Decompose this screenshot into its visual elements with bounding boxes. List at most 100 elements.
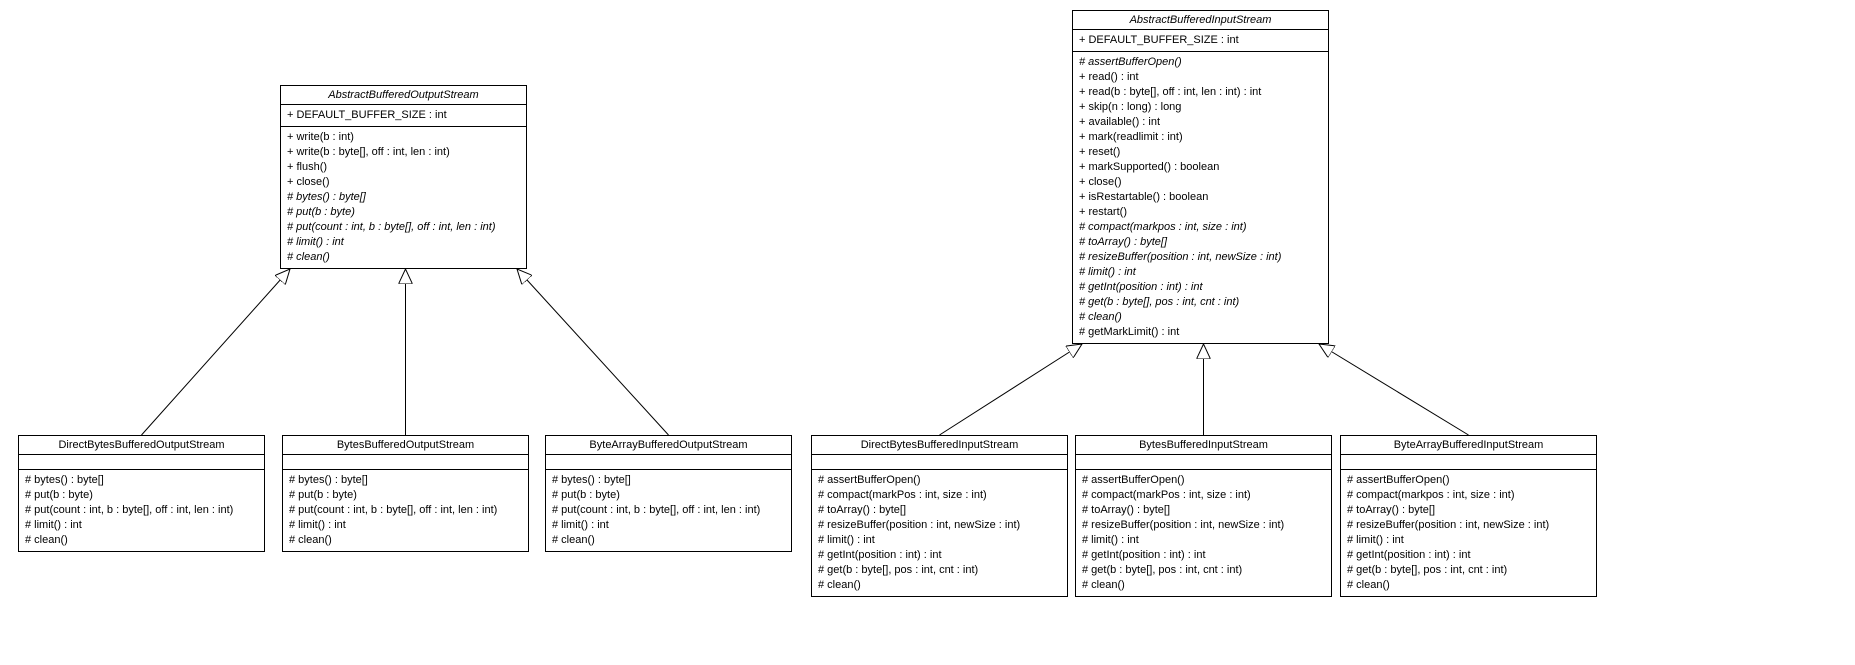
- operation: # resizeBuffer(position : int, newSize :…: [1082, 518, 1325, 533]
- class-dbbos: DirectBytesBufferedOutputStream # bytes()…: [18, 435, 265, 552]
- class-title: DirectBytesBufferedOutputStream: [19, 436, 264, 455]
- operation: + read() : int: [1079, 70, 1322, 85]
- operation: # get(b : byte[], pos : int, cnt : int): [818, 563, 1061, 578]
- operation: + isRestartable() : boolean: [1079, 190, 1322, 205]
- operation: # resizeBuffer(position : int, newSize :…: [1079, 250, 1322, 265]
- operation: # clean(): [1079, 310, 1322, 325]
- operation: # toArray() : byte[]: [1347, 503, 1590, 518]
- attributes-section: [812, 455, 1067, 470]
- operations-section: + write(b : int)+ write(b : byte[], off …: [281, 127, 526, 268]
- operation: # toArray() : byte[]: [1082, 503, 1325, 518]
- operation: # compact(markPos : int, size : int): [1082, 488, 1325, 503]
- attribute: + DEFAULT_BUFFER_SIZE : int: [1079, 33, 1322, 48]
- operation: # assertBufferOpen(): [1347, 473, 1590, 488]
- operation: # assertBufferOpen(): [818, 473, 1061, 488]
- operation: # compact(markpos : int, size : int): [1079, 220, 1322, 235]
- operation: + restart(): [1079, 205, 1322, 220]
- class-bbos: BytesBufferedOutputStream # bytes() : byt…: [282, 435, 529, 552]
- class-title: BytesBufferedInputStream: [1076, 436, 1331, 455]
- operation: # resizeBuffer(position : int, newSize :…: [818, 518, 1061, 533]
- operation: # put(count : int, b : byte[], off : int…: [552, 503, 785, 518]
- operation: # put(b : byte): [25, 488, 258, 503]
- operation: # assertBufferOpen(): [1082, 473, 1325, 488]
- operation: # limit() : int: [1082, 533, 1325, 548]
- operation: # toArray() : byte[]: [1079, 235, 1322, 250]
- operation: # limit() : int: [1347, 533, 1590, 548]
- attribute: + DEFAULT_BUFFER_SIZE : int: [287, 108, 520, 123]
- operation: # limit() : int: [1079, 265, 1322, 280]
- class-title: ByteArrayBufferedOutputStream: [546, 436, 791, 455]
- attributes-section: [283, 455, 528, 470]
- operation: # clean(): [289, 533, 522, 548]
- uml-canvas: AbstractBufferedOutputStream + DEFAULT_BU…: [0, 0, 1855, 665]
- operation: + close(): [1079, 175, 1322, 190]
- operation: + close(): [287, 175, 520, 190]
- operation: # compact(markPos : int, size : int): [818, 488, 1061, 503]
- class-babos: ByteArrayBufferedOutputStream # bytes() :…: [545, 435, 792, 552]
- class-dbbis: DirectBytesBufferedInputStream # assertBu…: [811, 435, 1068, 597]
- operation: # get(b : byte[], pos : int, cnt : int): [1082, 563, 1325, 578]
- operation: # get(b : byte[], pos : int, cnt : int): [1347, 563, 1590, 578]
- operation: # put(b : byte): [289, 488, 522, 503]
- operation: # toArray() : byte[]: [818, 503, 1061, 518]
- attributes-section: [19, 455, 264, 470]
- operation: # getMarkLimit() : int: [1079, 325, 1322, 340]
- class-title: ByteArrayBufferedInputStream: [1341, 436, 1596, 455]
- operation: # bytes() : byte[]: [287, 190, 520, 205]
- attributes-section: + DEFAULT_BUFFER_SIZE : int: [281, 105, 526, 127]
- class-abos: AbstractBufferedOutputStream + DEFAULT_BU…: [280, 85, 527, 269]
- operation: + reset(): [1079, 145, 1322, 160]
- operation: # limit() : int: [25, 518, 258, 533]
- operation: # compact(markpos : int, size : int): [1347, 488, 1590, 503]
- operations-section: # assertBufferOpen()# compact(markPos : …: [812, 470, 1067, 596]
- operation: # put(b : byte): [287, 205, 520, 220]
- operations-section: # bytes() : byte[]# put(b : byte)# put(c…: [546, 470, 791, 551]
- operation: # getInt(position : int) : int: [1079, 280, 1322, 295]
- operation: # assertBufferOpen(): [1079, 55, 1322, 70]
- operation: + mark(readlimit : int): [1079, 130, 1322, 145]
- operation: # limit() : int: [818, 533, 1061, 548]
- operation: + flush(): [287, 160, 520, 175]
- class-babis: ByteArrayBufferedInputStream # assertBuff…: [1340, 435, 1597, 597]
- operation: # getInt(position : int) : int: [1082, 548, 1325, 563]
- operation: # bytes() : byte[]: [552, 473, 785, 488]
- operation: # clean(): [552, 533, 785, 548]
- operation: + write(b : int): [287, 130, 520, 145]
- operations-section: # assertBufferOpen()# compact(markPos : …: [1076, 470, 1331, 596]
- operation: # getInt(position : int) : int: [818, 548, 1061, 563]
- operation: # clean(): [818, 578, 1061, 593]
- operation: # get(b : byte[], pos : int, cnt : int): [1079, 295, 1322, 310]
- operation: + read(b : byte[], off : int, len : int)…: [1079, 85, 1322, 100]
- operation: + markSupported() : boolean: [1079, 160, 1322, 175]
- operation: # clean(): [1082, 578, 1325, 593]
- class-abis: AbstractBufferedInputStream + DEFAULT_BUF…: [1072, 10, 1329, 344]
- operation: # getInt(position : int) : int: [1347, 548, 1590, 563]
- operation: # put(b : byte): [552, 488, 785, 503]
- operation: + available() : int: [1079, 115, 1322, 130]
- operation: # put(count : int, b : byte[], off : int…: [289, 503, 522, 518]
- operation: + skip(n : long) : long: [1079, 100, 1322, 115]
- class-title: AbstractBufferedInputStream: [1073, 11, 1328, 30]
- operations-section: # bytes() : byte[]# put(b : byte)# put(c…: [283, 470, 528, 551]
- attributes-section: [546, 455, 791, 470]
- class-title: DirectBytesBufferedInputStream: [812, 436, 1067, 455]
- class-title: AbstractBufferedOutputStream: [281, 86, 526, 105]
- operation: # bytes() : byte[]: [289, 473, 522, 488]
- attributes-section: + DEFAULT_BUFFER_SIZE : int: [1073, 30, 1328, 52]
- operation: # bytes() : byte[]: [25, 473, 258, 488]
- attributes-section: [1341, 455, 1596, 470]
- class-bbis: BytesBufferedInputStream # assertBufferOp…: [1075, 435, 1332, 597]
- class-title: BytesBufferedOutputStream: [283, 436, 528, 455]
- operations-section: # assertBufferOpen()# compact(markpos : …: [1341, 470, 1596, 596]
- operation: # clean(): [1347, 578, 1590, 593]
- operation: # limit() : int: [287, 235, 520, 250]
- operation: # put(count : int, b : byte[], off : int…: [287, 220, 520, 235]
- operation: # resizeBuffer(position : int, newSize :…: [1347, 518, 1590, 533]
- operation: # put(count : int, b : byte[], off : int…: [25, 503, 258, 518]
- operation: # limit() : int: [289, 518, 522, 533]
- operations-section: # assertBufferOpen()+ read() : int+ read…: [1073, 52, 1328, 343]
- operations-section: # bytes() : byte[]# put(b : byte)# put(c…: [19, 470, 264, 551]
- attributes-section: [1076, 455, 1331, 470]
- operation: # clean(): [25, 533, 258, 548]
- operation: + write(b : byte[], off : int, len : int…: [287, 145, 520, 160]
